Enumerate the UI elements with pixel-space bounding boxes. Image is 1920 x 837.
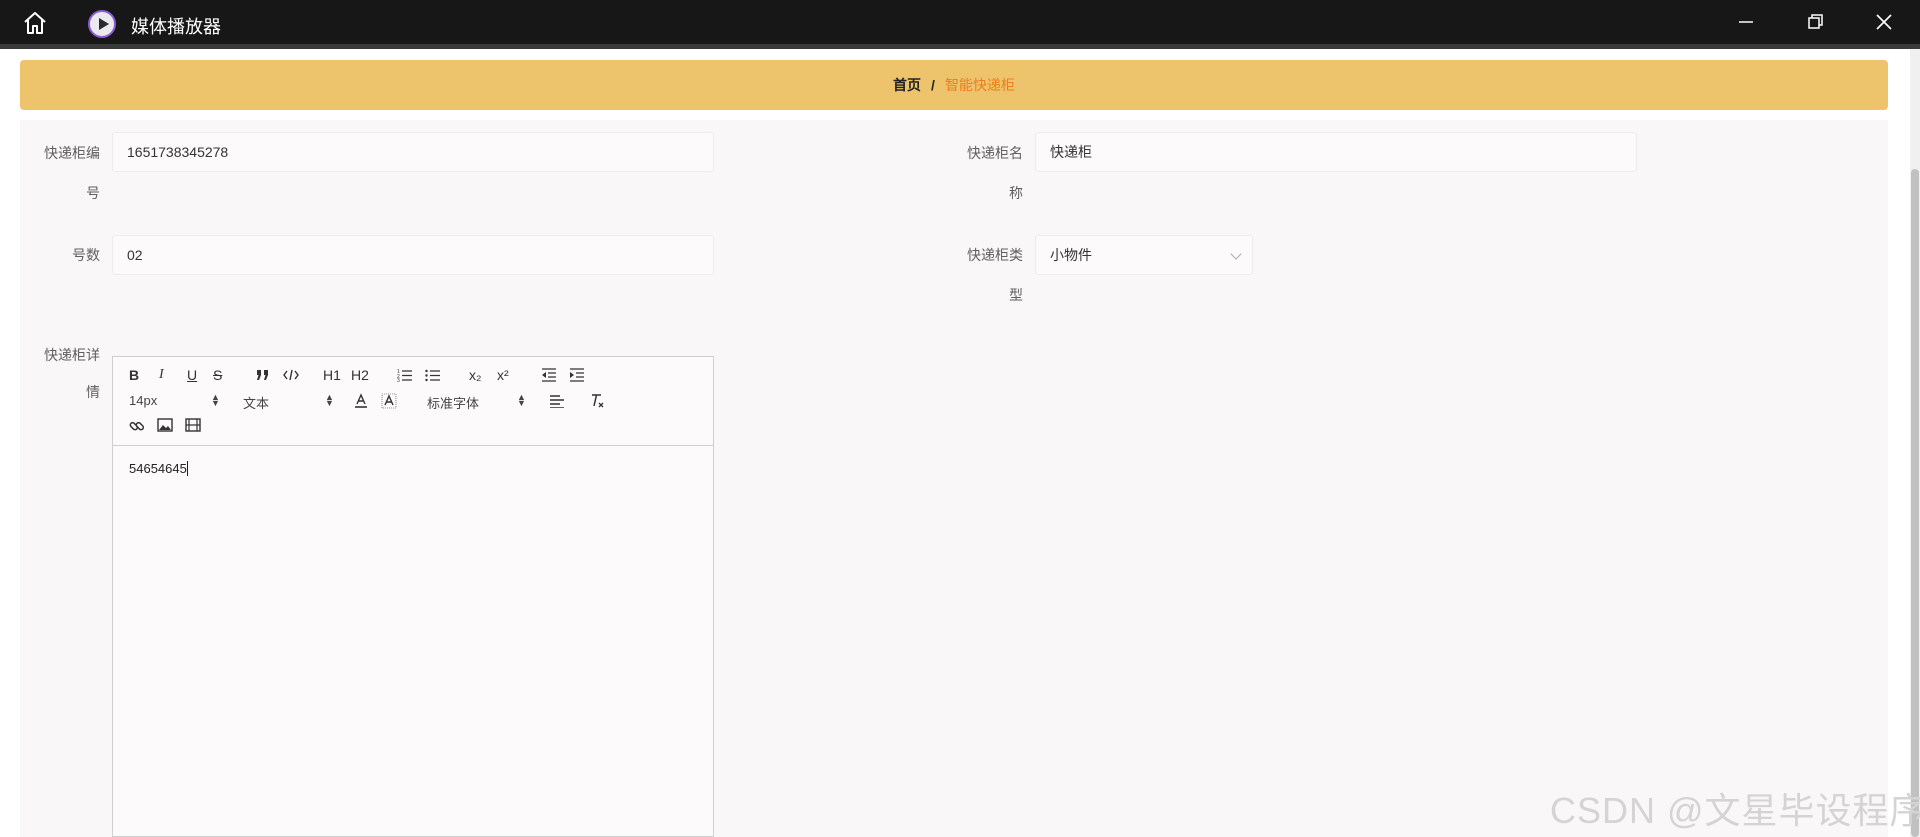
watermark: CSDN @文星毕设程序 <box>1550 790 1920 831</box>
subscript-button[interactable]: x₂ <box>469 367 481 383</box>
home-icon[interactable] <box>22 10 48 36</box>
breadcrumb-current: 智能快递柜 <box>944 77 1015 93</box>
text-caret <box>186 461 188 476</box>
underline-button[interactable]: U <box>187 367 197 383</box>
cabinet-no-label-cont: 号 <box>86 185 100 201</box>
ordered-list-icon[interactable]: 123 <box>397 368 413 382</box>
window-titlebar: 媒体播放器 <box>0 0 1920 44</box>
cabinet-name-label-cont: 称 <box>1009 185 1023 201</box>
cabinet-type-select[interactable]: 小物件 <box>1035 235 1253 275</box>
rich-text-editor: B I U S H1 H2 123 x₂ x² 14px ▲ ▼ 文本 ▲ ▼ … <box>112 356 714 837</box>
font-family-picker[interactable]: 标准字体 ▲ ▼ <box>427 393 527 412</box>
font-color-icon[interactable] <box>353 393 369 409</box>
breadcrumb-home-link[interactable]: 首页 <box>893 75 921 95</box>
page-scrollbar[interactable] <box>1910 49 1920 837</box>
outdent-icon[interactable] <box>541 368 557 382</box>
link-icon[interactable] <box>129 418 145 434</box>
font-family-value: 标准字体 <box>427 396 480 411</box>
editor-content[interactable]: 54654645 <box>129 461 188 476</box>
cabinet-type-selected: 小物件 <box>1050 247 1092 263</box>
cabinet-no-input[interactable]: 1651738345278 <box>112 132 714 172</box>
blockquote-icon[interactable] <box>255 368 271 382</box>
editor-text: 54654645 <box>129 461 187 476</box>
breadcrumb-separator: / <box>931 77 935 93</box>
cabinet-name-label: 快递柜名 <box>967 145 1023 161</box>
strike-button[interactable]: S <box>213 367 222 383</box>
picker-arrows-icon: ▲ ▼ <box>517 392 526 408</box>
close-icon[interactable] <box>1872 10 1896 34</box>
clear-format-icon[interactable] <box>589 393 605 409</box>
bullet-list-icon[interactable] <box>425 368 441 382</box>
restore-icon[interactable] <box>1803 10 1827 34</box>
cabinet-type-label-cont: 型 <box>1009 287 1023 303</box>
cabinet-no-label: 快递柜编 <box>44 145 100 161</box>
italic-button[interactable]: I <box>159 367 164 383</box>
chevron-down-icon <box>1230 248 1242 260</box>
picker-arrows-icon: ▲ ▼ <box>211 392 220 408</box>
details-label-cont: 情 <box>86 384 100 400</box>
code-block-icon[interactable] <box>283 369 299 381</box>
editor-toolbar: B I U S H1 H2 123 x₂ x² 14px ▲ ▼ 文本 ▲ ▼ … <box>113 357 713 446</box>
header2-button[interactable]: H2 <box>351 367 369 383</box>
font-size-picker[interactable]: 14px ▲ ▼ <box>129 392 220 409</box>
breadcrumb: 首页 / 智能快递柜 <box>20 60 1888 110</box>
bold-button[interactable]: B <box>129 367 139 383</box>
media-player-logo-icon <box>88 10 116 38</box>
image-icon[interactable] <box>157 418 173 432</box>
details-label: 快递柜详 <box>44 347 100 363</box>
header1-button[interactable]: H1 <box>323 367 341 383</box>
svg-text:3: 3 <box>397 378 400 382</box>
indent-icon[interactable] <box>569 368 585 382</box>
scrollbar-thumb[interactable] <box>1911 169 1919 837</box>
superscript-button[interactable]: x² <box>497 367 509 383</box>
number-input[interactable]: 02 <box>112 235 714 275</box>
video-icon[interactable] <box>185 418 201 432</box>
number-label: 号数 <box>72 247 100 263</box>
font-size-value: 14px <box>129 393 158 408</box>
background-color-icon[interactable] <box>381 393 397 409</box>
text-style-picker[interactable]: 文本 ▲ ▼ <box>243 392 334 412</box>
cabinet-name-input[interactable]: 快递柜 <box>1035 132 1637 172</box>
titlebar-divider <box>0 44 1920 49</box>
align-icon[interactable] <box>549 394 565 408</box>
minimize-icon[interactable] <box>1734 10 1758 34</box>
cabinet-type-label: 快递柜类 <box>967 247 1023 263</box>
picker-arrows-icon: ▲ ▼ <box>325 392 334 408</box>
app-title: 媒体播放器 <box>131 17 221 37</box>
text-style-value: 文本 <box>243 396 270 411</box>
